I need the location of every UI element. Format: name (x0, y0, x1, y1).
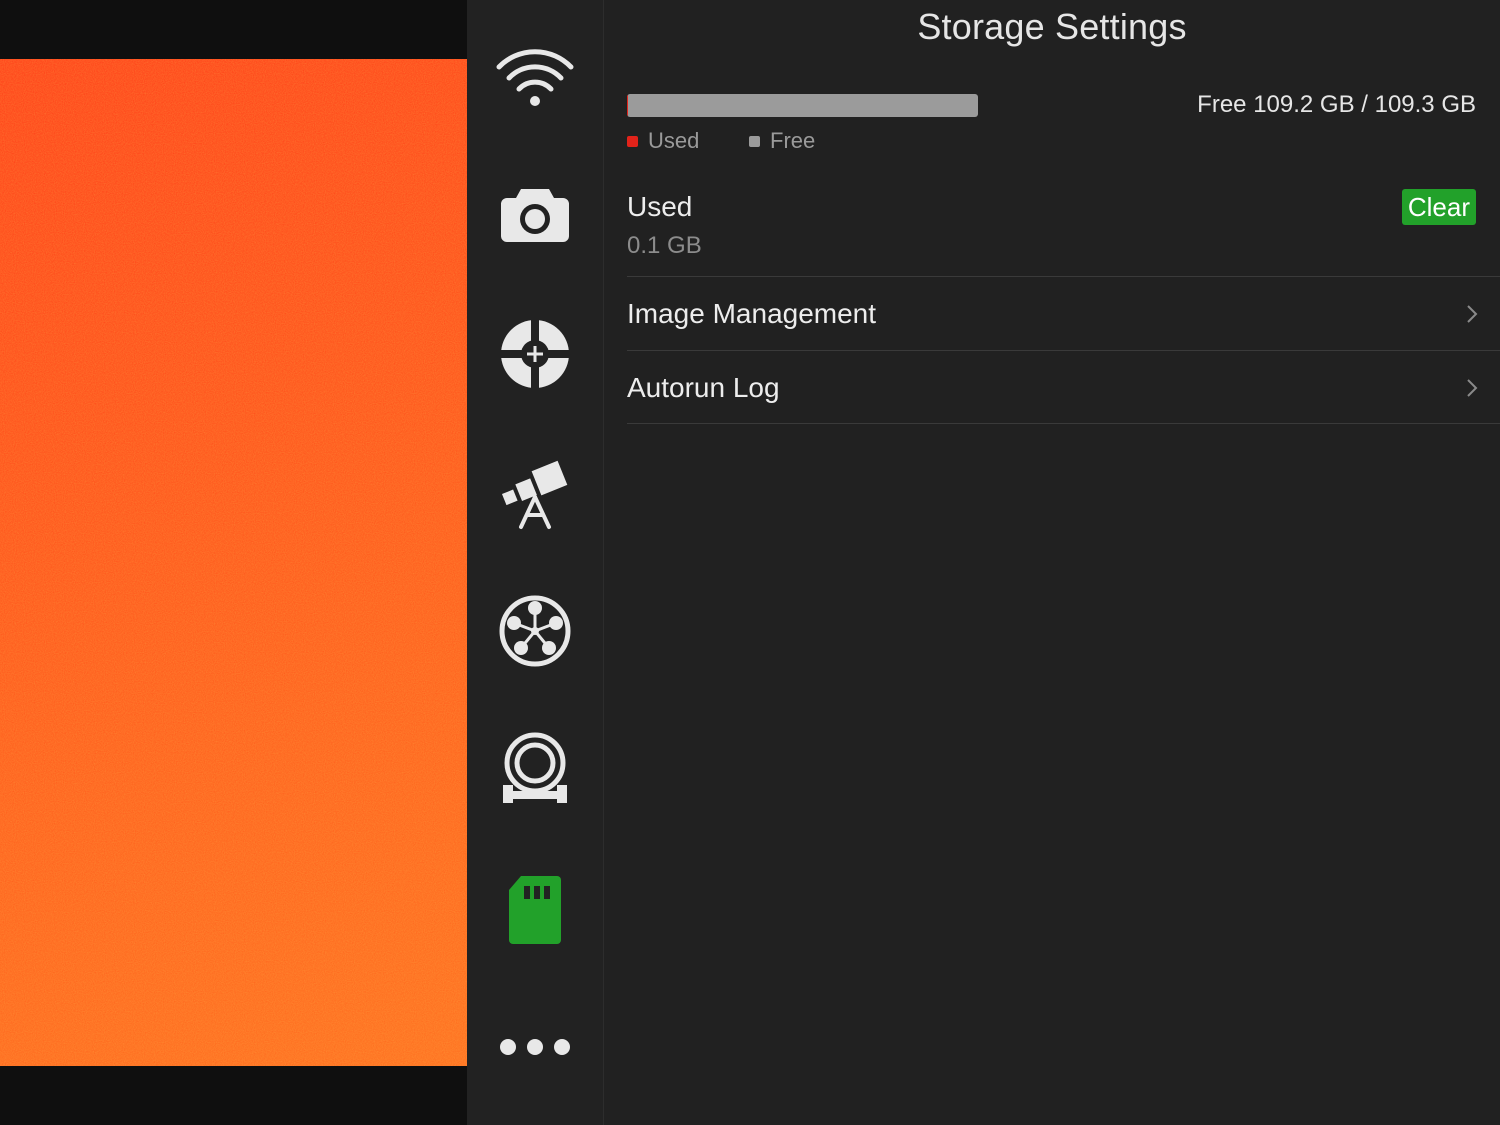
used-label: Used (627, 191, 693, 222)
camera-icon (501, 189, 569, 242)
telescope-icon (501, 460, 568, 529)
legend-used: Used (627, 128, 699, 154)
preview-noise (0, 59, 467, 1066)
legend-free: Free (749, 128, 815, 154)
menu-item-autorun-log[interactable]: Autorun Log (627, 352, 1500, 424)
sidebar-item-focus[interactable] (467, 299, 603, 409)
sidebar-item-focuser[interactable] (467, 714, 603, 824)
used-value: 0.1 GB (627, 232, 702, 259)
clear-button[interactable]: Clear (1401, 189, 1476, 225)
storage-usage-bar (627, 94, 978, 117)
preview-letterbox-bottom (0, 1066, 467, 1125)
sidebar (467, 0, 604, 1125)
legend-used-swatch (627, 135, 638, 147)
filter-wheel-icon (499, 595, 571, 667)
sidebar-item-storage[interactable] (467, 855, 603, 965)
wifi-icon (496, 49, 574, 106)
legend-free-label: Free (770, 128, 816, 153)
sidebar-item-filter-wheel[interactable] (467, 576, 603, 686)
sidebar-item-wifi[interactable] (467, 22, 603, 132)
sidebar-item-more[interactable] (467, 992, 603, 1102)
storage-settings-panel: Storage Settings Free 109.2 GB / 109.3 G… (604, 0, 1500, 1125)
chevron-right-icon (1467, 305, 1478, 323)
menu-item-label: Image Management (627, 298, 877, 329)
sd-card-icon (509, 876, 561, 944)
free-space-summary: Free 109.2 GB / 109.3 GB (1197, 91, 1476, 118)
legend-used-label: Used (648, 128, 700, 153)
legend-free-swatch (749, 135, 760, 147)
divider (627, 350, 1500, 351)
sidebar-item-telescope[interactable] (467, 438, 603, 548)
focuser-icon (503, 732, 567, 803)
sidebar-item-camera[interactable] (467, 160, 603, 270)
focus-target-icon (499, 318, 571, 390)
divider (627, 423, 1500, 424)
preview-letterbox-top (0, 0, 467, 59)
menu-item-label: Autorun Log (627, 372, 780, 403)
page-title: Storage Settings (917, 6, 1187, 47)
divider (627, 276, 1500, 277)
menu-item-image-management[interactable]: Image Management (627, 278, 1500, 350)
chevron-right-icon (1467, 379, 1478, 397)
more-icon (500, 1039, 570, 1055)
live-preview-image[interactable] (0, 59, 467, 1066)
